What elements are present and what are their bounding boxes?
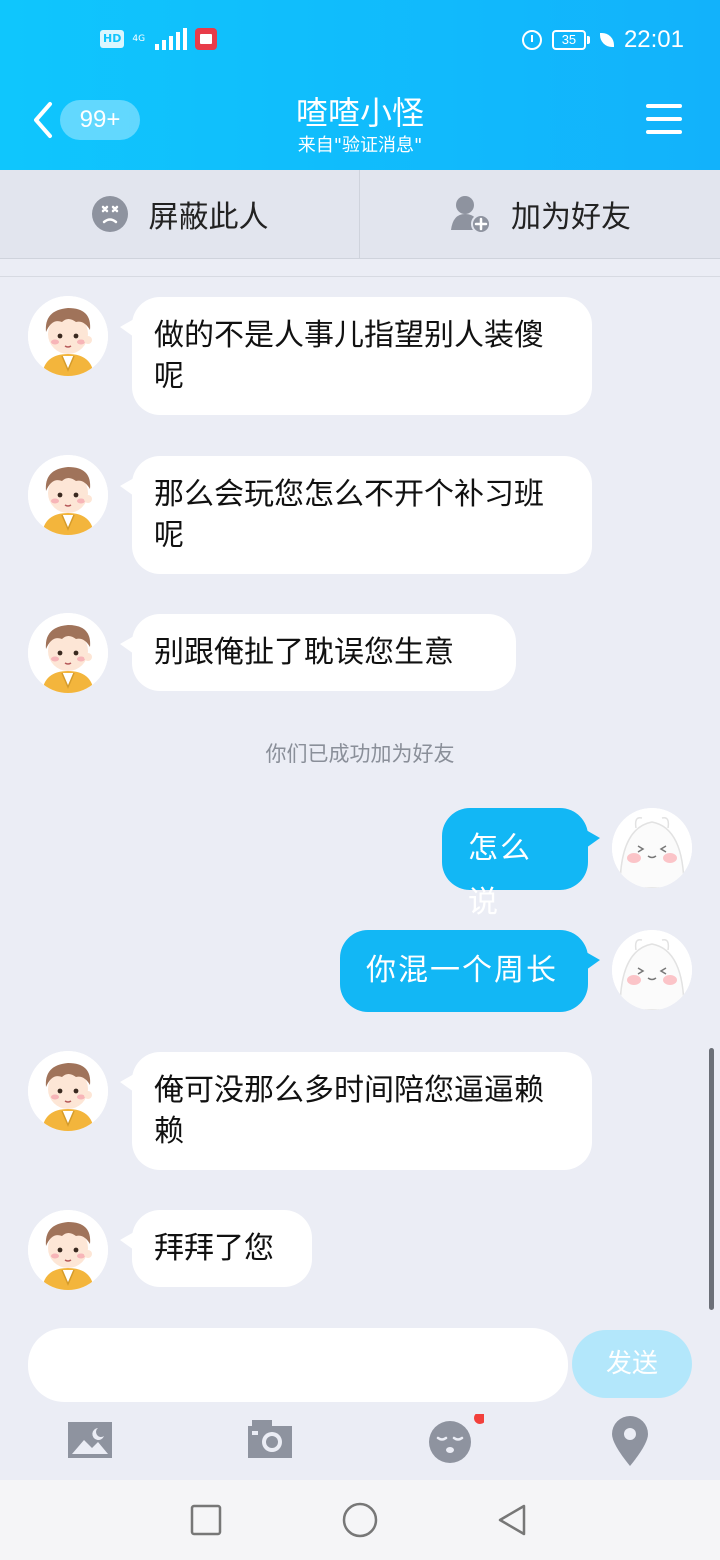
send-button[interactable]: 发送: [572, 1330, 692, 1398]
message-bubble-incoming[interactable]: 做的不是人事儿指望别人装傻呢: [120, 297, 592, 415]
divider: [0, 276, 720, 277]
status-bar: HD 4G 35 22:01: [0, 0, 720, 84]
add-friend-label: 加为好友: [511, 200, 631, 235]
contact-avatar[interactable]: [28, 455, 108, 535]
my-avatar[interactable]: [612, 930, 692, 1010]
message-bubble-incoming[interactable]: 别跟俺扯了耽误您生意: [120, 614, 516, 691]
power-saving-icon: [599, 33, 614, 47]
location-icon[interactable]: [604, 1414, 664, 1468]
system-nav-bar: [0, 1480, 720, 1560]
contact-avatar[interactable]: [28, 1210, 108, 1290]
signal-icon: [155, 28, 188, 50]
clock-time: 22:01: [623, 26, 684, 53]
block-label: 屏蔽此人: [148, 200, 269, 235]
battery-level: 35: [551, 30, 586, 50]
message-bubble-incoming[interactable]: 拜拜了您: [120, 1210, 312, 1287]
hd-indicator: HD: [100, 30, 125, 48]
add-friend-icon: [451, 196, 491, 234]
message-bubble-incoming[interactable]: 俺可没那么多时间陪您逼逼赖赖: [120, 1052, 592, 1170]
chat-subtitle: 来自"验证消息": [297, 135, 423, 156]
contact-avatar[interactable]: [28, 1051, 108, 1131]
nav-back-icon[interactable]: [494, 1502, 530, 1538]
nav-home-icon[interactable]: [341, 1501, 379, 1539]
app-header: HD 4G 35 22:01 99+ 喳喳小怪 来自"验证消息": [0, 0, 720, 170]
block-icon: [91, 196, 128, 232]
menu-icon[interactable]: [646, 104, 682, 134]
message-bubble-incoming[interactable]: 那么会玩您怎么不开个补习班呢: [120, 456, 592, 574]
notification-app-icon: [195, 28, 218, 50]
message-input[interactable]: [28, 1328, 568, 1402]
add-friend-button[interactable]: 加为好友: [360, 170, 720, 258]
battery-icon: 35: [551, 30, 590, 50]
camera-icon[interactable]: [244, 1414, 304, 1468]
system-message: 你们已成功加为好友: [265, 742, 455, 766]
message-bubble-outgoing[interactable]: 怎么说: [442, 808, 600, 920]
contact-avatar[interactable]: [28, 613, 108, 693]
my-avatar[interactable]: [612, 808, 692, 888]
chat-scrollbar[interactable]: [709, 1048, 714, 1310]
contact-avatar[interactable]: [28, 296, 108, 376]
message-bubble-outgoing[interactable]: 你混一个周长: [340, 930, 600, 1012]
emoji-icon[interactable]: [424, 1414, 484, 1468]
network-type: 4G: [132, 33, 146, 44]
stranger-action-bar: 屏蔽此人 加为好友: [0, 170, 720, 259]
alarm-icon: [521, 30, 542, 50]
nav-square-icon[interactable]: [188, 1502, 224, 1538]
notification-dot: [474, 1414, 484, 1424]
image-icon[interactable]: [64, 1414, 124, 1468]
block-button[interactable]: 屏蔽此人: [0, 170, 359, 258]
chat-title: 喳喳小怪: [295, 94, 424, 132]
